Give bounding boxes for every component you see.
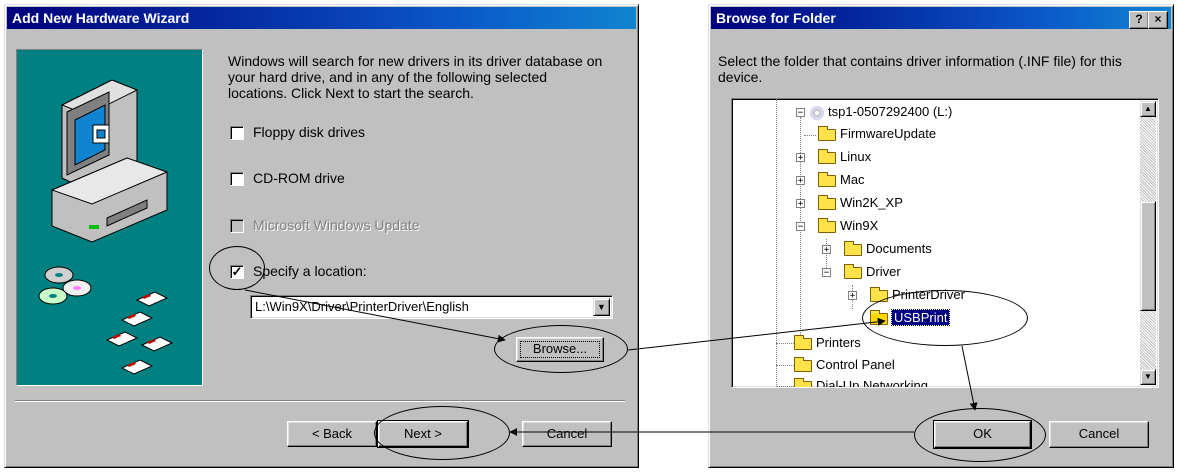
browse-button[interactable]: Browse... xyxy=(516,337,604,362)
tree-item-control-panel[interactable]: Control Panel xyxy=(794,355,895,375)
browse-title-bar[interactable]: Browse for Folder ? × xyxy=(711,7,1171,29)
add-hardware-wizard-window: Add New Hardware Wizard Windows will sea… xyxy=(4,4,639,468)
tree-connector xyxy=(776,365,794,366)
folder-open-icon xyxy=(870,309,888,325)
folder-icon xyxy=(818,171,836,187)
close-icon: × xyxy=(1154,12,1162,26)
tree-connector xyxy=(776,99,777,387)
folder-icon xyxy=(870,286,888,302)
cdrom-label[interactable]: CD-ROM drive xyxy=(253,170,345,186)
tree-item-linux[interactable]: Linux xyxy=(818,147,871,167)
cd-drive-icon xyxy=(810,105,824,120)
floppy-checkbox[interactable] xyxy=(230,126,244,140)
close-button[interactable]: × xyxy=(1148,11,1168,29)
tree-connector xyxy=(776,386,794,387)
tree-item-firmwareupdate[interactable]: FirmwareUpdate xyxy=(818,124,936,144)
tree-expand-icon[interactable]: + xyxy=(822,245,831,255)
scroll-up-button[interactable]: ▲ xyxy=(1140,101,1156,117)
tree-connector xyxy=(776,343,794,344)
folder-tree[interactable]: − tsp1-0507292400 (L:) FirmwareUpdate + … xyxy=(731,98,1159,388)
wizard-title: Add New Hardware Wizard xyxy=(12,10,190,26)
folder-icon xyxy=(818,148,836,164)
computer-illustration-icon xyxy=(38,79,174,375)
folder-icon xyxy=(818,125,836,141)
browse-folder-window: Browse for Folder ? × Select the folder … xyxy=(708,4,1174,468)
tree-item-drive[interactable]: tsp1-0507292400 (L:) xyxy=(810,102,952,122)
wizard-cancel-button[interactable]: Cancel xyxy=(522,421,612,447)
tree-item-documents[interactable]: Documents xyxy=(844,239,932,259)
combobox-dropdown-button[interactable]: ▼ xyxy=(593,298,610,316)
tree-item-dialup[interactable]: Dial-Up Networking xyxy=(794,376,928,387)
windows-update-checkbox xyxy=(230,219,244,233)
location-combobox[interactable]: L:\Win9X\Driver\PrinterDriver\English ▼ xyxy=(250,295,613,319)
tree-item-printers[interactable]: Printers xyxy=(794,333,861,353)
back-button[interactable]: < Back xyxy=(287,421,377,447)
ok-button[interactable]: OK xyxy=(933,420,1032,449)
tree-scrollbar[interactable]: ▲ ▼ xyxy=(1140,101,1156,385)
help-button[interactable]: ? xyxy=(1129,11,1149,29)
cdrom-checkbox[interactable] xyxy=(230,172,244,186)
scroll-thumb[interactable] xyxy=(1140,201,1156,311)
check-mark-icon: ✓ xyxy=(231,264,243,279)
wizard-divider xyxy=(15,400,625,402)
wizard-description: Windows will search for new drivers in i… xyxy=(228,53,603,101)
tree-connector xyxy=(804,135,816,136)
control-panel-icon xyxy=(794,356,812,372)
printers-folder-icon xyxy=(794,334,812,350)
location-input[interactable]: L:\Win9X\Driver\PrinterDriver\English xyxy=(255,299,469,314)
tree-expand-icon[interactable]: + xyxy=(848,291,857,301)
wizard-title-bar[interactable]: Add New Hardware Wizard xyxy=(7,7,636,29)
browse-description: Select the folder that contains driver i… xyxy=(718,53,1122,85)
scroll-down-button[interactable]: ▼ xyxy=(1140,369,1156,385)
windows-update-label: Microsoft Windows Update xyxy=(253,217,420,233)
folder-icon xyxy=(844,263,862,279)
floppy-label[interactable]: Floppy disk drives xyxy=(253,124,365,140)
tree-item-driver[interactable]: Driver xyxy=(844,262,901,282)
tree-item-printerdriver[interactable]: PrinterDriver xyxy=(870,285,965,305)
tree-expand-icon[interactable]: + xyxy=(796,153,805,163)
next-button[interactable]: Next > xyxy=(377,420,469,448)
tree-collapse-icon[interactable]: − xyxy=(796,108,805,118)
specify-location-checkbox[interactable]: ✓ xyxy=(230,265,244,279)
browse-title: Browse for Folder xyxy=(716,10,836,26)
tree-expand-icon[interactable]: + xyxy=(796,199,805,209)
browse-cancel-button[interactable]: Cancel xyxy=(1049,421,1149,448)
specify-location-label[interactable]: Specify a location: xyxy=(253,263,367,279)
folder-icon xyxy=(818,217,836,233)
dialup-networking-icon xyxy=(794,377,812,387)
tree-item-win2k-xp[interactable]: Win2K_XP xyxy=(818,193,903,213)
tree-item-win9x[interactable]: Win9X xyxy=(818,216,878,236)
folder-icon xyxy=(818,194,836,210)
folder-icon xyxy=(844,240,862,256)
tree-expand-icon[interactable]: + xyxy=(796,176,805,186)
tree-collapse-icon[interactable]: − xyxy=(822,268,831,278)
tree-item-mac[interactable]: Mac xyxy=(818,170,865,190)
tree-collapse-icon[interactable]: − xyxy=(796,222,805,232)
wizard-illustration xyxy=(16,49,203,386)
tree-item-usbprint[interactable]: USBPrint xyxy=(870,308,951,328)
